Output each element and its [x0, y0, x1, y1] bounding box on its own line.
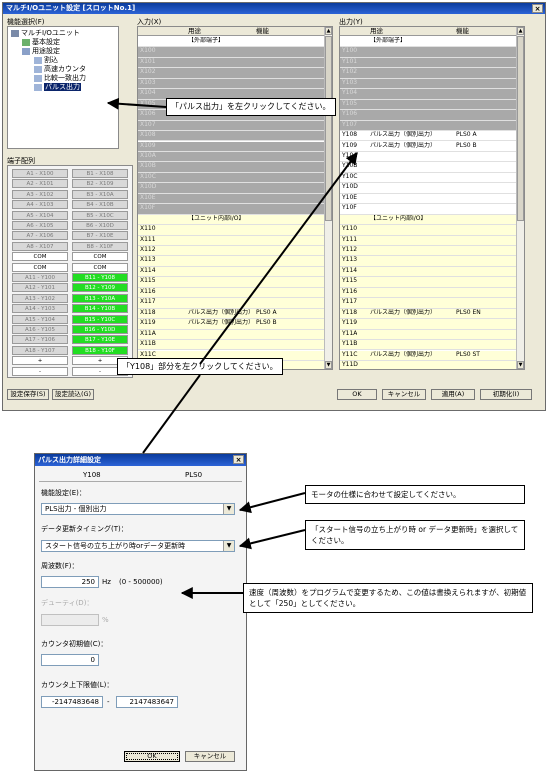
arrow-to-pulse-output	[106, 97, 167, 110]
arrow-to-y108	[199, 152, 358, 365]
arrow-to-function	[238, 492, 306, 514]
arrow-to-dialog	[142, 374, 201, 454]
arrow-to-timing	[238, 529, 306, 550]
annotation-arrows	[106, 97, 358, 599]
